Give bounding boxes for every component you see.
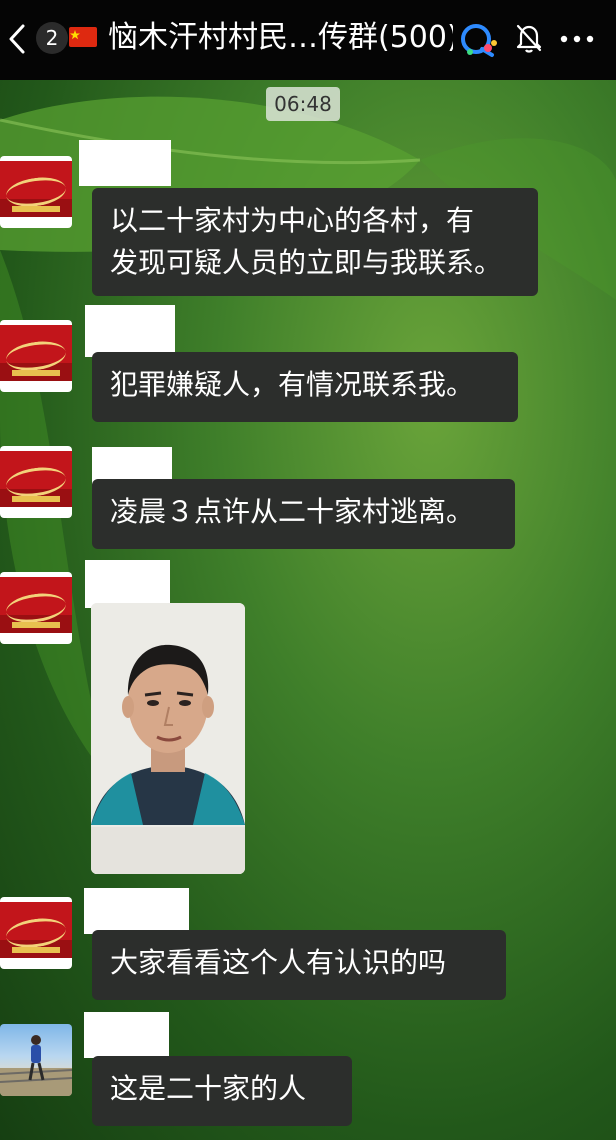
sender-avatar[interactable] (0, 446, 72, 518)
message-bubble[interactable]: 以二十家村为中心的各村，有 发现可疑人员的立即与我联系。 (92, 188, 538, 296)
avatar-banner (12, 370, 60, 376)
sender-avatar[interactable] (0, 572, 72, 644)
avatar-calligraphy (4, 337, 68, 375)
message-bubble[interactable]: 犯罪嫌疑人，有情况联系我。 (92, 352, 518, 422)
chat-title[interactable]: 恼木汗村村民…传群(500) (108, 18, 453, 58)
message-timestamp: 06:48 (266, 87, 340, 121)
message-text-line: 以二十家村为中心的各村，有 (110, 204, 475, 237)
image-message[interactable] (91, 603, 245, 874)
message-text-line: 发现可疑人员的立即与我联系。 (110, 246, 503, 279)
sender-name-redacted (85, 560, 170, 608)
more-icon[interactable] (559, 30, 595, 48)
sender-name-redacted (84, 888, 189, 934)
avatar-banner (12, 622, 60, 628)
avatar-calligraphy (4, 173, 68, 211)
flag-icon (69, 27, 97, 47)
message-text-line: 犯罪嫌疑人，有情况联系我。 (110, 368, 475, 401)
back-icon[interactable] (6, 22, 28, 56)
message-bubble[interactable]: 大家看看这个人有认识的吗 (92, 930, 506, 1000)
avatar-banner (12, 496, 60, 502)
sender-name-redacted (79, 140, 171, 186)
message-bubble[interactable]: 凌晨３点许从二十家村逃离。 (92, 479, 515, 549)
avatar-calligraphy (4, 589, 68, 627)
bell-mute-icon[interactable] (515, 22, 543, 54)
sender-avatar[interactable] (0, 1024, 72, 1096)
avatar-photo (0, 1035, 72, 1096)
avatar-banner (12, 947, 60, 953)
sender-avatar[interactable] (0, 897, 72, 969)
sender-name-redacted (84, 1012, 169, 1058)
portrait-photo (91, 603, 245, 874)
avatar-banner (12, 206, 60, 212)
unread-count-badge[interactable]: 2 (36, 22, 68, 54)
avatar-calligraphy (4, 463, 68, 501)
sender-name-redacted (85, 305, 175, 357)
message-text-line: 这是二十家的人 (110, 1072, 307, 1105)
message-bubble[interactable]: 这是二十家的人 (92, 1056, 352, 1126)
qq-icon[interactable] (458, 22, 500, 58)
sender-avatar[interactable] (0, 320, 72, 392)
message-text-line: 大家看看这个人有认识的吗 (110, 946, 447, 979)
avatar-calligraphy (4, 914, 68, 952)
chat-header: 2 恼木汗村村民…传群(500) (0, 0, 616, 80)
message-text-line: 凌晨３点许从二十家村逃离。 (110, 495, 475, 528)
chat-screen: 2 恼木汗村村民…传群(500) 06:48 以二十家村为中心的各村，有 发现可… (0, 0, 616, 1140)
sender-avatar[interactable] (0, 156, 72, 228)
